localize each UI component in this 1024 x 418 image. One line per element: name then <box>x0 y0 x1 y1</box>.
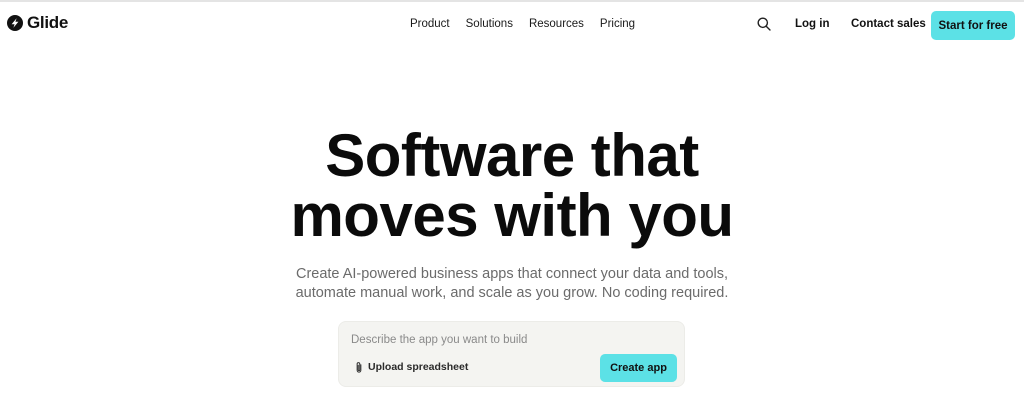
start-for-free-button[interactable]: Start for free <box>931 11 1015 40</box>
nav-link-solutions[interactable]: Solutions <box>458 16 521 32</box>
glide-logo-icon <box>7 15 23 31</box>
nav-link-resources[interactable]: Resources <box>521 16 592 32</box>
brand-logo-link[interactable]: Glide <box>7 14 68 32</box>
login-link[interactable]: Log in <box>795 16 830 32</box>
app-description-input[interactable] <box>351 331 671 349</box>
hero-subtitle-line-2: automate manual work, and scale as you g… <box>295 285 729 301</box>
hero-title-line-1: Software that <box>325 122 699 189</box>
hero-title: Software that moves with you <box>0 126 1024 246</box>
main-nav: Product Solutions Resources Pricing <box>402 16 643 32</box>
create-app-button[interactable]: Create app <box>600 354 677 382</box>
hero-title-line-2: moves with you <box>290 182 734 249</box>
search-icon[interactable] <box>756 16 772 32</box>
site-header: Glide Product Solutions Resources Pricin… <box>0 2 1024 46</box>
hero-subtitle: Create AI-powered business apps that con… <box>0 265 1024 303</box>
brand-name: Glide <box>27 13 69 32</box>
upload-spreadsheet-label: Upload spreadsheet <box>368 361 469 373</box>
app-prompt-box: Upload spreadsheet Create app <box>338 321 685 387</box>
upload-spreadsheet-button[interactable]: Upload spreadsheet <box>354 361 468 374</box>
nav-link-pricing[interactable]: Pricing <box>592 16 643 32</box>
contact-sales-link[interactable]: Contact sales <box>851 16 926 32</box>
hero-subtitle-line-1: Create AI-powered business apps that con… <box>295 266 729 282</box>
paperclip-icon <box>356 362 362 373</box>
nav-link-product[interactable]: Product <box>402 16 458 32</box>
